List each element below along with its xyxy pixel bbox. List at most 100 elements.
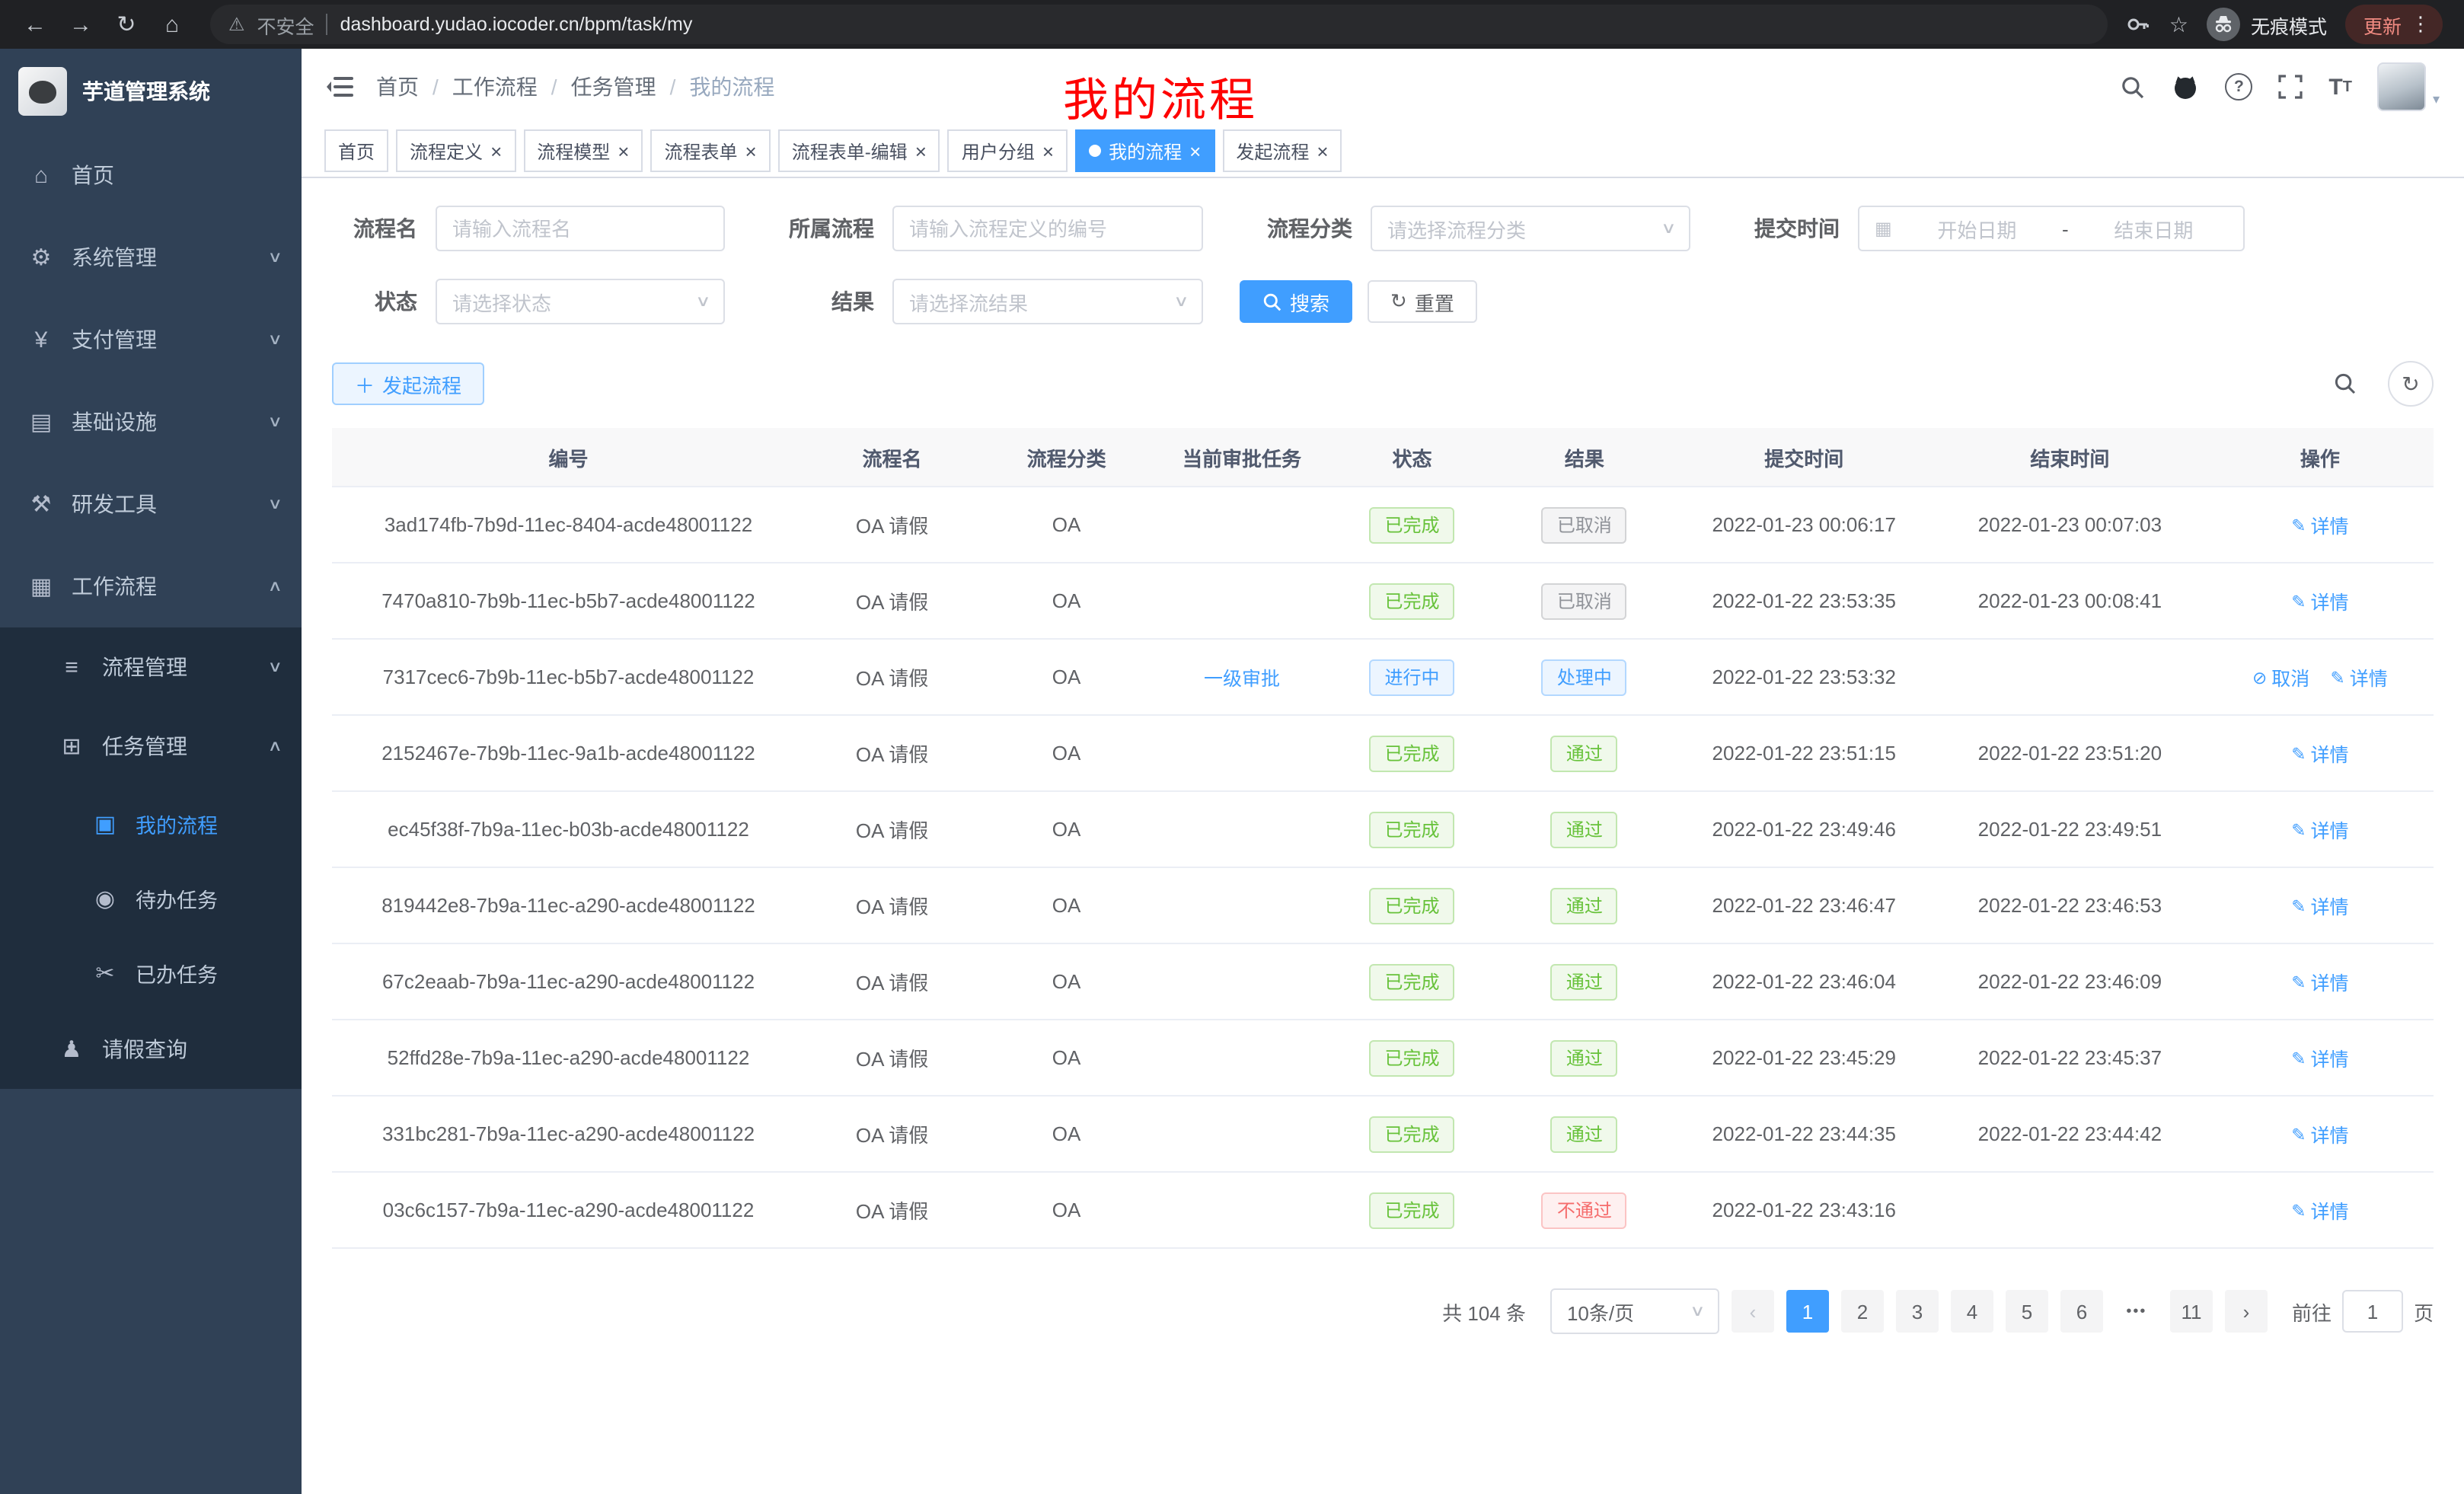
sidebar-item-7[interactable]: ⊞ 任务管理 ∧ <box>0 707 302 786</box>
close-icon[interactable]: × <box>618 141 629 161</box>
goto-page-input[interactable] <box>2342 1290 2403 1333</box>
detail-label: 详情 <box>2311 586 2349 615</box>
search-icon[interactable] <box>2120 74 2146 100</box>
detail-link[interactable]: ✎详情 <box>2291 586 2348 615</box>
tab-7[interactable]: 发起流程 × <box>1222 129 1342 172</box>
detail-link[interactable]: ✎详情 <box>2291 1043 2348 1072</box>
more-pages-icon[interactable]: ••• <box>2115 1290 2158 1333</box>
sidebar-item-10[interactable]: ✂ 已办任务 <box>0 935 302 1010</box>
cell-actions: ✎详情 <box>2207 867 2434 943</box>
next-page-button[interactable]: › <box>2225 1290 2268 1333</box>
close-icon[interactable]: × <box>745 141 757 161</box>
sidebar-item-6[interactable]: ≡ 流程管理 ∨ <box>0 627 302 707</box>
app-logo[interactable]: 芋道管理系统 <box>0 49 302 134</box>
sidebar-item-label: 研发工具 <box>72 489 269 519</box>
process-name-input[interactable] <box>452 217 708 240</box>
browser-menu-icon[interactable]: ⋮ <box>2411 12 2430 37</box>
sidebar-item-0[interactable]: ⌂ 首页 <box>0 134 302 216</box>
page-number[interactable]: 2 <box>1841 1290 1884 1333</box>
refresh-table-icon[interactable]: ↻ <box>2388 361 2434 407</box>
close-icon[interactable]: × <box>490 141 502 161</box>
page-number[interactable]: 4 <box>1951 1290 1993 1333</box>
cancel-link[interactable]: ⊘取消 <box>2252 662 2309 691</box>
cell-status: 已完成 <box>1330 487 1494 563</box>
reload-icon[interactable]: ↻ <box>107 5 146 44</box>
search-toggle-icon[interactable] <box>2324 362 2367 405</box>
breadcrumb-item[interactable]: 工作流程 <box>452 72 538 102</box>
reset-button[interactable]: ↻ 重置 <box>1368 280 1477 323</box>
page-number[interactable]: 1 <box>1786 1290 1829 1333</box>
page-number[interactable]: 3 <box>1896 1290 1939 1333</box>
submit-time-label: 提交时间 <box>1727 213 1840 244</box>
user-avatar[interactable]: ▾ <box>2378 62 2440 111</box>
fullscreen-icon[interactable] <box>2278 75 2303 99</box>
chevron-icon: ∨ <box>267 413 282 430</box>
tab-label: 用户分组 <box>962 138 1035 164</box>
sidebar-item-4[interactable]: ⚒ 研发工具 ∨ <box>0 463 302 545</box>
result-select[interactable]: 请选择流结果 ∨ <box>892 279 1203 324</box>
browser-home-icon[interactable]: ⌂ <box>152 5 192 44</box>
close-icon[interactable]: × <box>915 141 927 161</box>
hamburger-icon[interactable] <box>326 75 353 99</box>
date-range-separator: - <box>2062 217 2069 240</box>
url-bar[interactable]: ⚠ 不安全 dashboard.yudao.iocoder.cn/bpm/tas… <box>210 5 2108 44</box>
sidebar-item-11[interactable]: ♟ 请假查询 <box>0 1010 302 1089</box>
sidebar-item-3[interactable]: ▤ 基础设施 ∨ <box>0 381 302 463</box>
date-range-picker[interactable]: ▦ 开始日期 - 结束日期 <box>1858 206 2245 251</box>
detail-link[interactable]: ✎详情 <box>2291 739 2348 768</box>
edit-icon: ✎ <box>2291 895 2306 916</box>
create-process-button[interactable]: ＋ 发起流程 <box>332 362 484 405</box>
sidebar-item-9[interactable]: ◉ 待办任务 <box>0 860 302 935</box>
page-number[interactable]: 5 <box>2006 1290 2048 1333</box>
detail-link[interactable]: ✎详情 <box>2291 510 2348 539</box>
close-icon[interactable]: × <box>1189 141 1201 161</box>
page-size-select[interactable]: 10条/页 ∨ <box>1550 1288 1719 1334</box>
cell-category: OA <box>979 943 1154 1020</box>
github-icon[interactable] <box>2172 73 2199 101</box>
tab-0[interactable]: 首页 <box>324 129 388 172</box>
detail-label: 详情 <box>2311 1196 2349 1224</box>
cell-current-task <box>1154 1172 1330 1248</box>
sidebar-item-5[interactable]: ▦ 工作流程 ∧ <box>0 545 302 627</box>
tab-label: 我的流程 <box>1109 138 1182 164</box>
detail-link[interactable]: ✎详情 <box>2291 1196 2348 1224</box>
detail-link[interactable]: ✎详情 <box>2331 662 2388 691</box>
status-badge: 已完成 <box>1370 811 1455 848</box>
cell-actions: ✎详情 <box>2207 1020 2434 1096</box>
bookmark-star-icon[interactable]: ☆ <box>2169 11 2188 37</box>
sidebar-item-8[interactable]: ▣ 我的流程 <box>0 786 302 860</box>
page-number[interactable]: 11 <box>2170 1290 2213 1333</box>
breadcrumb-item[interactable]: 我的流程 <box>689 72 774 102</box>
font-size-icon[interactable]: TT <box>2328 74 2352 100</box>
help-icon[interactable]: ? <box>2225 73 2252 101</box>
tab-3[interactable]: 流程表单 × <box>650 129 770 172</box>
tab-4[interactable]: 流程表单-编辑 × <box>778 129 940 172</box>
key-icon[interactable] <box>2127 12 2151 37</box>
tab-5[interactable]: 用户分组 × <box>948 129 1068 172</box>
back-icon[interactable]: ← <box>15 5 55 44</box>
detail-link[interactable]: ✎详情 <box>2291 967 2348 996</box>
search-button[interactable]: 搜索 <box>1240 280 1352 323</box>
sidebar-item-2[interactable]: ¥ 支付管理 ∨ <box>0 298 302 381</box>
sidebar-item-1[interactable]: ⚙ 系统管理 ∨ <box>0 216 302 298</box>
breadcrumb-item[interactable]: 任务管理 <box>571 72 656 102</box>
tab-2[interactable]: 流程模型 × <box>523 129 643 172</box>
current-task-link[interactable]: 一级审批 <box>1204 662 1280 691</box>
tab-6[interactable]: 我的流程 × <box>1075 129 1214 172</box>
tab-1[interactable]: 流程定义 × <box>396 129 515 172</box>
forward-icon[interactable]: → <box>61 5 101 44</box>
close-icon[interactable]: × <box>1317 141 1328 161</box>
prev-page-button[interactable]: ‹ <box>1732 1290 1774 1333</box>
update-button[interactable]: 更新 ⋮ <box>2345 5 2443 44</box>
close-icon[interactable]: × <box>1042 141 1054 161</box>
parent-process-input[interactable] <box>909 217 1186 240</box>
status-select[interactable]: 请选择状态 ∨ <box>436 279 725 324</box>
detail-link[interactable]: ✎详情 <box>2291 815 2348 844</box>
page-number[interactable]: 6 <box>2060 1290 2103 1333</box>
detail-link[interactable]: ✎详情 <box>2291 891 2348 920</box>
navbar-actions: ? TT ▾ <box>2120 62 2440 111</box>
cell-result: 通过 <box>1494 867 1674 943</box>
breadcrumb-item[interactable]: 首页 <box>376 72 419 102</box>
category-select[interactable]: 请选择流程分类 ∨ <box>1371 206 1690 251</box>
detail-link[interactable]: ✎详情 <box>2291 1119 2348 1148</box>
